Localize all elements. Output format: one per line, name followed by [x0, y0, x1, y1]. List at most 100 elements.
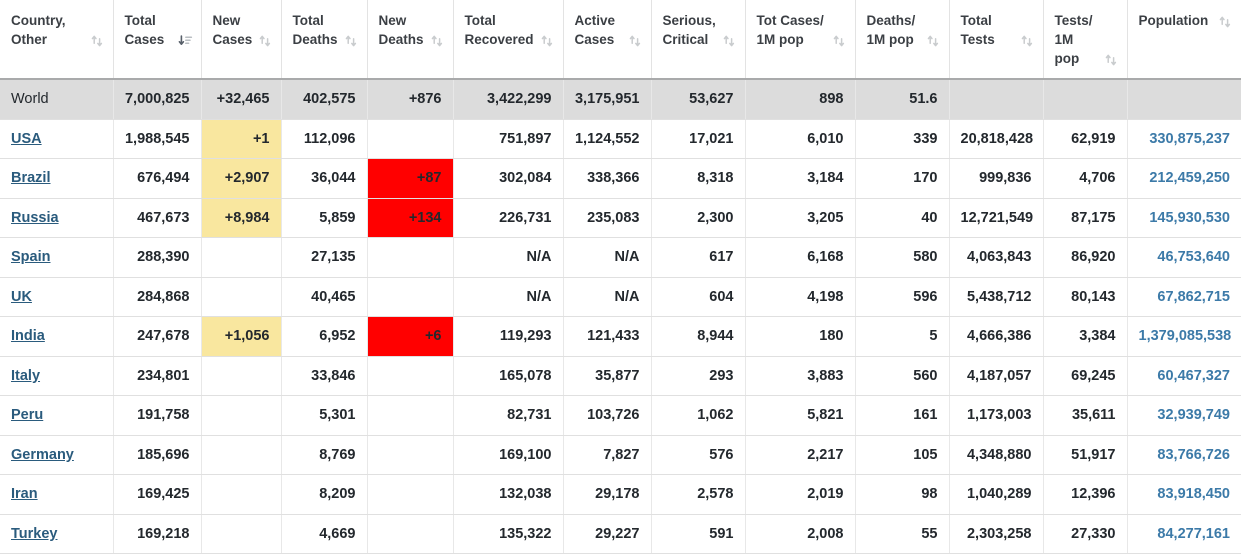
cell-active-cases: N/A — [563, 277, 652, 317]
cell-deaths-1m: 98 — [855, 474, 950, 515]
column-header-new-cases[interactable]: New Cases — [201, 0, 282, 80]
cell-country[interactable]: Turkey — [0, 514, 114, 554]
column-header-serious-critical[interactable]: Serious, Critical — [651, 0, 746, 80]
cell-tot-cases-1m: 2,019 — [745, 474, 856, 515]
country-link[interactable]: India — [11, 328, 45, 344]
cell-country[interactable]: India — [0, 316, 114, 357]
table-row: Germany 185,696 8,769 169,100 7,827 576 2,217 1… — [0, 435, 1241, 475]
column-header-new-deaths[interactable]: New Deaths — [367, 0, 454, 80]
cell-total-cases: 169,425 — [113, 474, 202, 515]
country-link[interactable]: Turkey — [11, 526, 57, 542]
country-link[interactable]: Peru — [11, 407, 43, 423]
country-link[interactable]: UK — [11, 289, 32, 305]
cell-serious-critical: 604 — [651, 277, 746, 317]
column-header-label: Country, — [11, 13, 66, 28]
cell-total-recovered: 165,078 — [453, 356, 564, 396]
cell-total-recovered: 135,322 — [453, 514, 564, 554]
sort-both-icon[interactable] — [90, 34, 104, 48]
sort-descending-active-icon[interactable] — [178, 34, 192, 48]
header-row: Country, Other Total Cases New Cases Total Deat… — [0, 0, 1241, 80]
cell-new-deaths — [367, 277, 454, 317]
cell-total-recovered: N/A — [453, 277, 564, 317]
cell-total-deaths: 5,859 — [281, 198, 368, 238]
cell-country[interactable]: Germany — [0, 435, 114, 475]
cell-total-deaths: 4,669 — [281, 514, 368, 554]
cell-deaths-1m: 170 — [855, 158, 950, 199]
cell-tot-cases-1m: 898 — [745, 79, 856, 120]
column-header-tests-1m-pop[interactable]: Tests/1M pop — [1043, 0, 1128, 80]
column-header-deaths-1m-pop[interactable]: Deaths/1M pop — [855, 0, 950, 80]
cell-country[interactable]: Spain — [0, 237, 114, 278]
cell-tests-1m: 69,245 — [1043, 356, 1128, 396]
cell-active-cases: 103,726 — [563, 395, 652, 436]
cell-country[interactable]: USA — [0, 119, 114, 159]
country-link[interactable]: Spain — [11, 249, 50, 265]
sort-both-icon[interactable] — [1020, 34, 1034, 48]
cell-population: 84,277,161 — [1127, 514, 1241, 554]
cell-country[interactable]: Peru — [0, 395, 114, 436]
cell-population: 83,766,726 — [1127, 435, 1241, 475]
cell-new-deaths: +876 — [367, 79, 454, 120]
sort-both-icon[interactable] — [1104, 53, 1118, 67]
cell-total-cases: 185,696 — [113, 435, 202, 475]
cell-tests-1m — [1043, 79, 1128, 120]
sort-both-icon[interactable] — [628, 34, 642, 48]
country-link[interactable]: Iran — [11, 486, 38, 502]
cell-population: 330,875,237 — [1127, 119, 1241, 159]
cell-country[interactable]: Brazil — [0, 158, 114, 199]
cell-total-deaths: 112,096 — [281, 119, 368, 159]
cell-new-deaths — [367, 237, 454, 278]
cell-total-cases: 467,673 — [113, 198, 202, 238]
cell-serious-critical: 8,318 — [651, 158, 746, 199]
cell-total-recovered: 302,084 — [453, 158, 564, 199]
cell-total-tests: 4,187,057 — [949, 356, 1044, 396]
cell-deaths-1m: 40 — [855, 198, 950, 238]
sort-both-icon[interactable] — [258, 34, 272, 48]
cell-new-cases — [201, 474, 282, 515]
column-header-label: Tests/ — [1054, 13, 1093, 28]
column-header-label-line2: Tests — [960, 32, 995, 47]
cell-new-cases — [201, 514, 282, 554]
cell-tests-1m: 80,143 — [1043, 277, 1128, 317]
column-header-label: Tot Cases/ — [756, 13, 824, 28]
country-link[interactable]: Russia — [11, 210, 59, 226]
cell-new-cases — [201, 237, 282, 278]
column-header-total-tests[interactable]: Total Tests — [949, 0, 1044, 80]
column-header-total-deaths[interactable]: Total Deaths — [281, 0, 368, 80]
cell-tests-1m: 3,384 — [1043, 316, 1128, 357]
sort-both-icon[interactable] — [540, 34, 554, 48]
column-header-label-line2: 1M pop — [756, 32, 804, 47]
column-header-total-cases[interactable]: Total Cases — [113, 0, 202, 80]
sort-both-icon[interactable] — [722, 34, 736, 48]
sort-both-icon[interactable] — [926, 34, 940, 48]
sort-both-icon[interactable] — [344, 34, 358, 48]
cell-total-tests: 12,721,549 — [949, 198, 1044, 238]
cell-country[interactable]: Iran — [0, 474, 114, 515]
cell-new-deaths — [367, 474, 454, 515]
cell-active-cases: 29,178 — [563, 474, 652, 515]
cell-population: 1,379,085,538 — [1127, 316, 1241, 357]
column-header-country-other[interactable]: Country, Other — [0, 0, 114, 80]
sort-both-icon[interactable] — [1218, 15, 1232, 29]
column-header-label: Serious, — [662, 13, 716, 28]
cell-new-deaths — [367, 395, 454, 436]
cell-deaths-1m: 580 — [855, 237, 950, 278]
cell-serious-critical: 293 — [651, 356, 746, 396]
column-header-active-cases[interactable]: Active Cases — [563, 0, 652, 80]
cell-active-cases: 7,827 — [563, 435, 652, 475]
cell-serious-critical: 576 — [651, 435, 746, 475]
cell-country[interactable]: Russia — [0, 198, 114, 238]
sort-both-icon[interactable] — [430, 34, 444, 48]
column-header-total-recovered[interactable]: Total Recovered — [453, 0, 564, 80]
column-header-label: New — [212, 13, 241, 28]
cell-total-cases: 234,801 — [113, 356, 202, 396]
sort-both-icon[interactable] — [832, 34, 846, 48]
cell-country[interactable]: Italy — [0, 356, 114, 396]
column-header-population[interactable]: Population — [1127, 0, 1241, 80]
country-link[interactable]: USA — [11, 131, 42, 147]
country-link[interactable]: Brazil — [11, 170, 51, 186]
country-link[interactable]: Italy — [11, 368, 40, 384]
country-link[interactable]: Germany — [11, 447, 74, 463]
cell-country[interactable]: UK — [0, 277, 114, 317]
column-header-tot-cases-1m-pop[interactable]: Tot Cases/1M pop — [745, 0, 856, 80]
